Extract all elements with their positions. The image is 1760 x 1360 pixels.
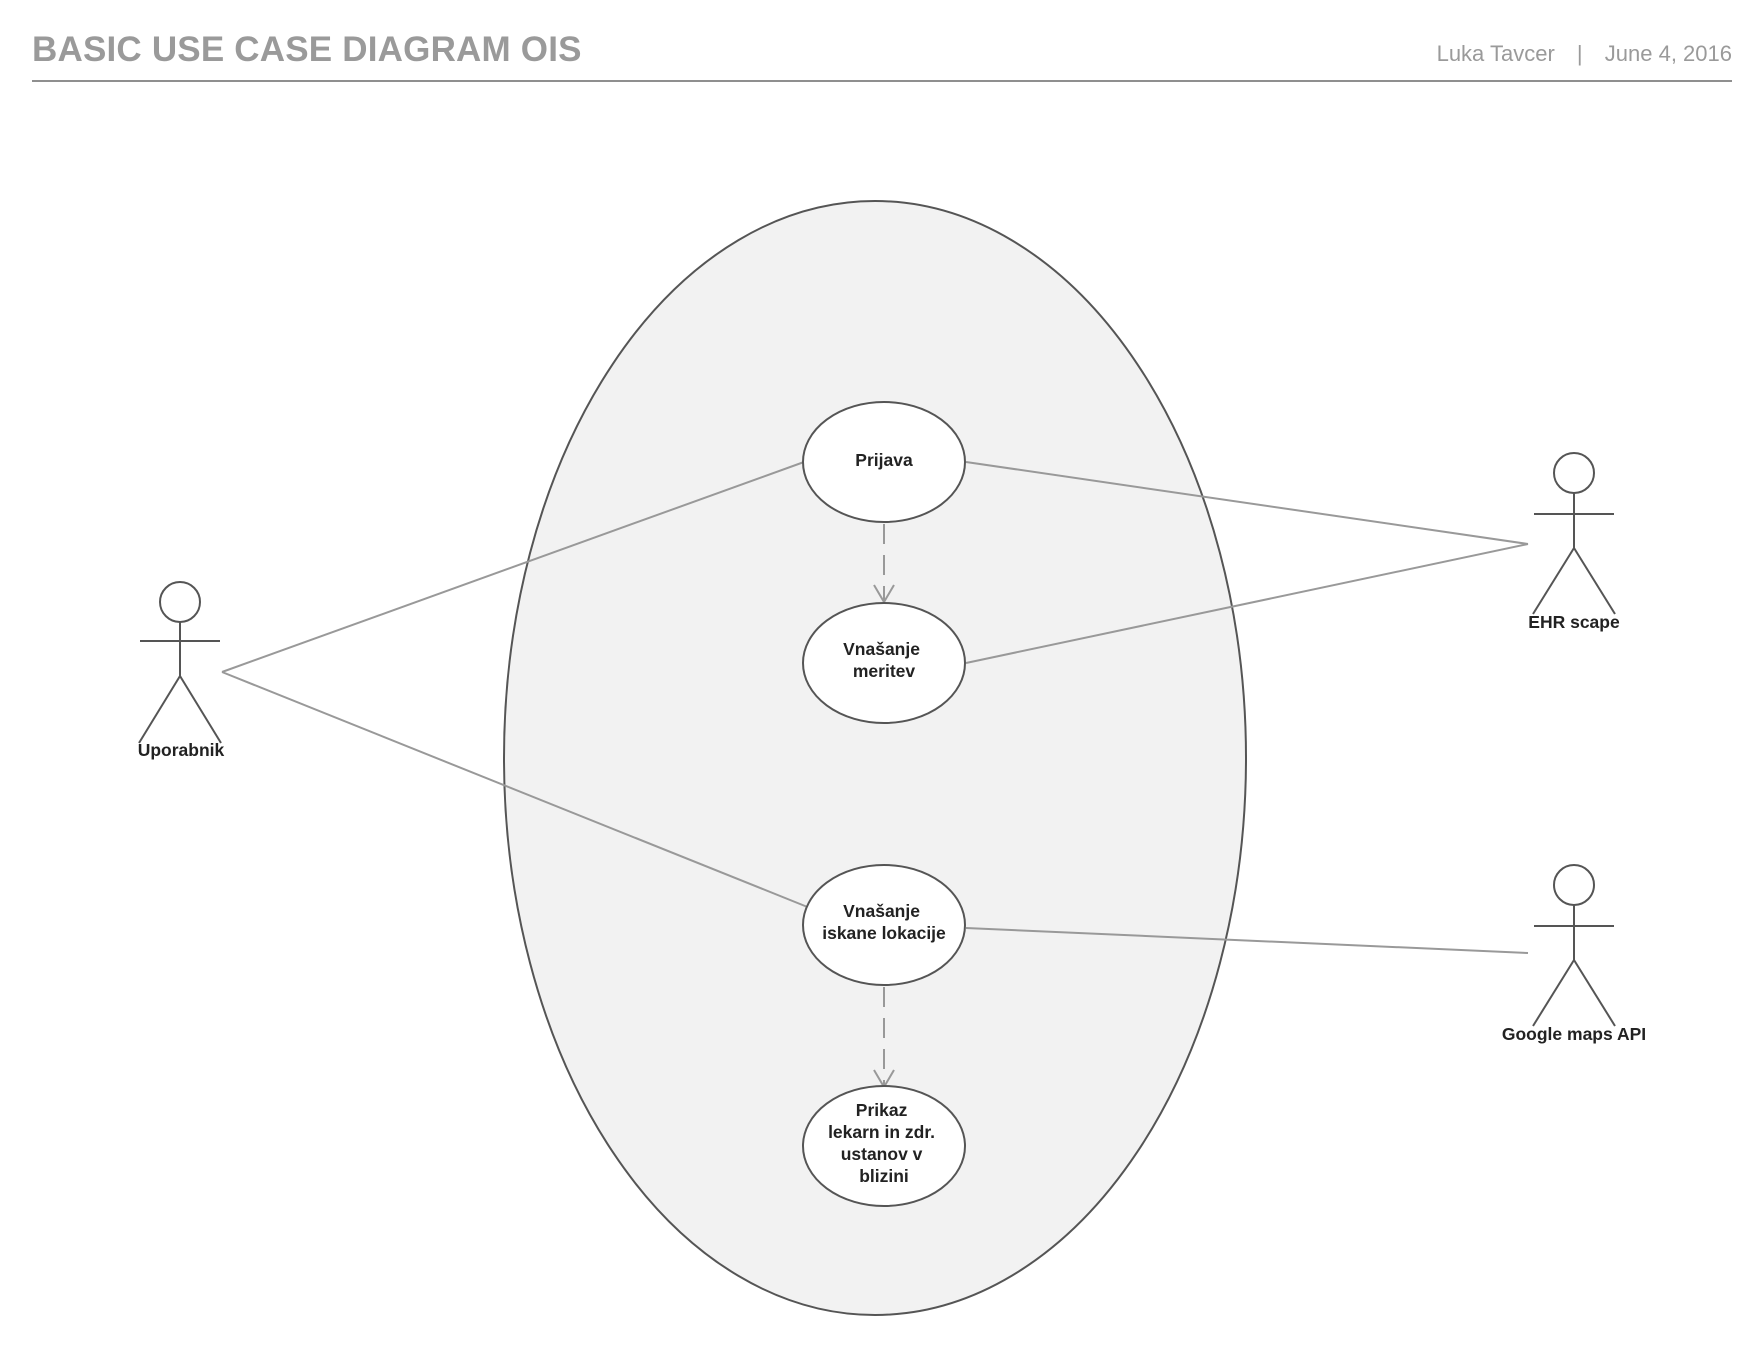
actor-head <box>1553 864 1595 906</box>
actor-right-leg <box>179 675 222 744</box>
actor-label-ehr-scape: EHR scape <box>1528 612 1620 632</box>
actor-right-leg <box>1573 547 1616 615</box>
use-case-label-line: blizini <box>859 1166 909 1186</box>
actor-left-leg <box>1532 547 1575 615</box>
actor-left-leg <box>138 675 181 744</box>
actor-ehr-scape <box>1532 452 1616 615</box>
actor-left-leg <box>1532 959 1575 1027</box>
use-case-label-line: lekarn in zdr. <box>828 1122 935 1142</box>
use-case-label-line: Prikaz <box>856 1100 908 1120</box>
use-case-prikaz-lekarn: Prikaz lekarn in zdr. ustanov v blizini <box>802 1085 966 1207</box>
actor-uporabnik <box>138 581 222 744</box>
use-case-diagram: Prijava Vnašanje meritev Vnašanje iskane… <box>138 200 1646 1316</box>
actor-google-maps-api <box>1532 864 1616 1027</box>
actor-label-google-maps-api: Google maps API <box>1502 1024 1646 1044</box>
use-case-label: Prijava <box>855 450 913 470</box>
use-case-vnasanje-lokacije: Vnašanje iskane lokacije <box>802 864 966 986</box>
actor-label-uporabnik: Uporabnik <box>138 740 225 760</box>
use-case-prijava: Prijava <box>802 401 966 523</box>
use-case-vnasanje-meritev: Vnašanje meritev <box>802 602 966 724</box>
use-case-label-line: Vnašanje <box>843 901 920 921</box>
use-case-label-line: meritev <box>853 661 916 681</box>
use-case-label-line: Prijava <box>855 450 913 470</box>
actor-head <box>1553 452 1595 494</box>
use-case-label-line: Vnašanje <box>843 639 920 659</box>
use-case-label-line: iskane lokacije <box>822 923 946 943</box>
actor-head <box>159 581 201 623</box>
use-case-label-line: ustanov v <box>841 1144 923 1164</box>
actor-right-leg <box>1573 959 1616 1027</box>
